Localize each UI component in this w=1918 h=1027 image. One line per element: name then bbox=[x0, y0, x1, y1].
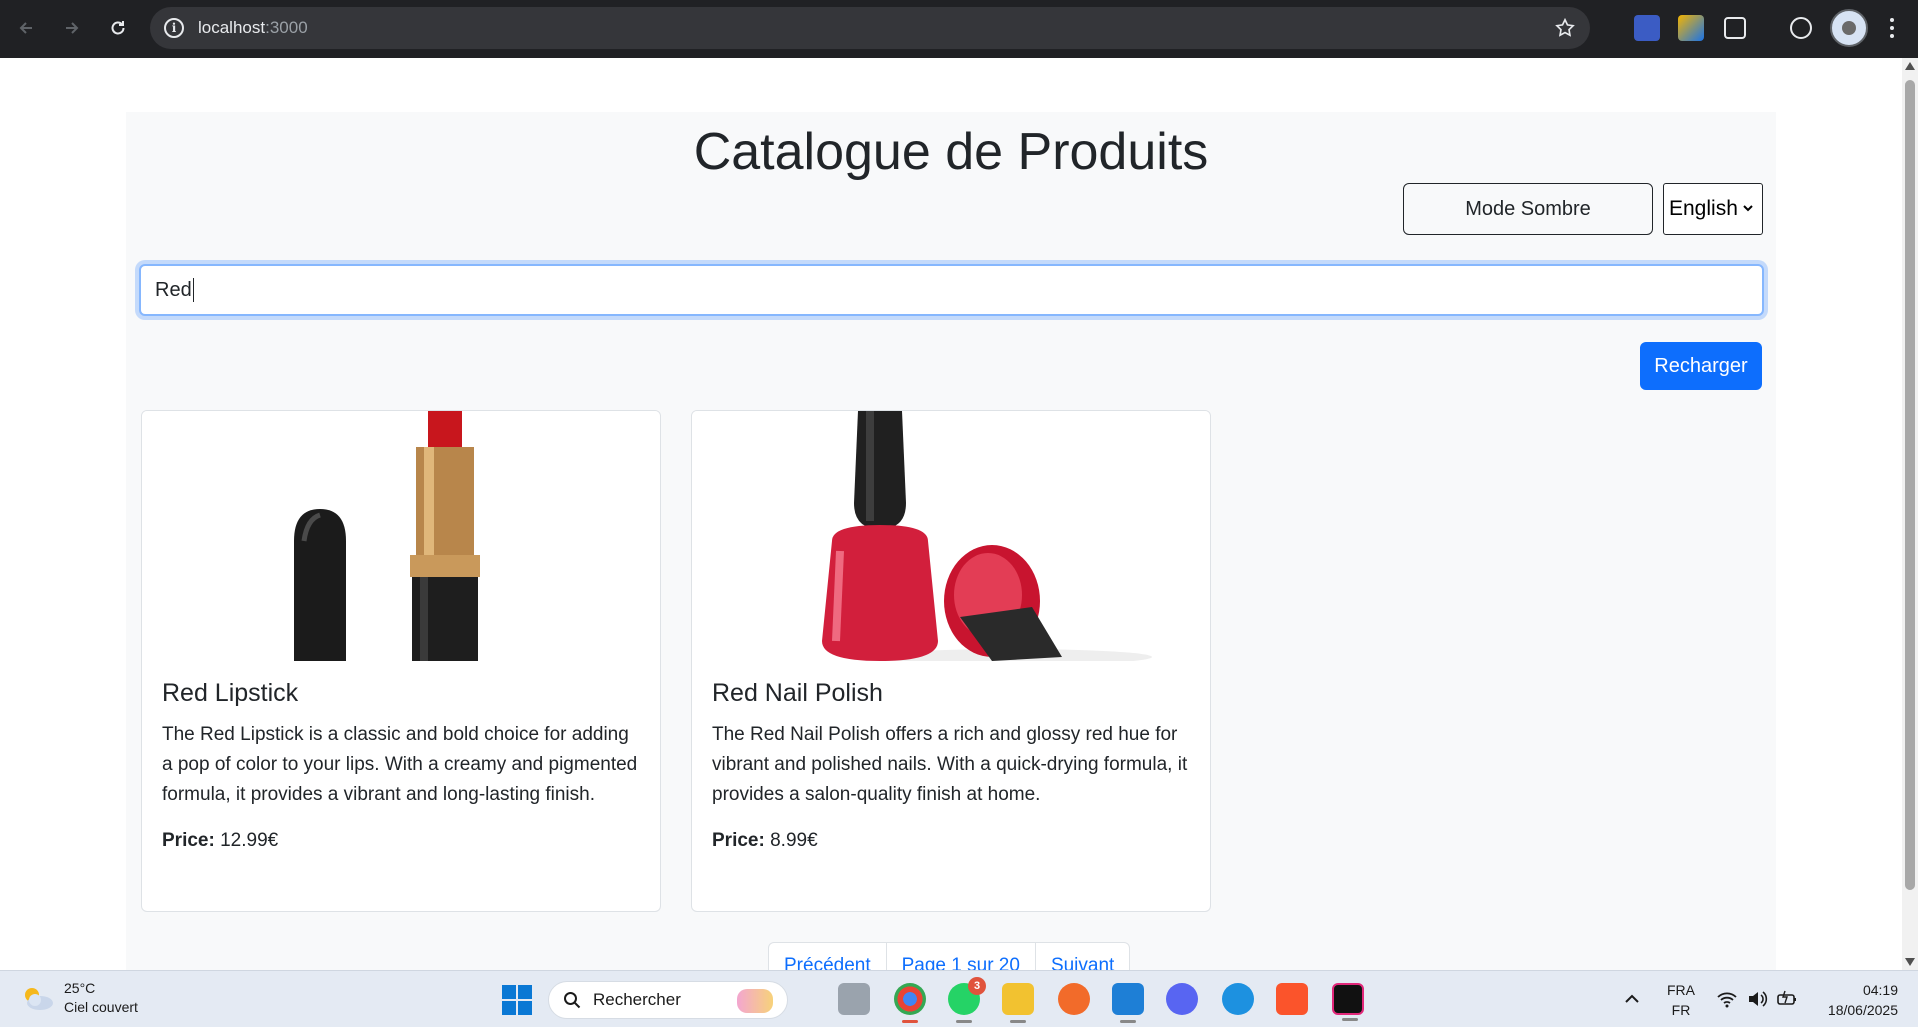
product-description: The Red Lipstick is a classic and bold c… bbox=[162, 724, 638, 805]
reload-icon[interactable] bbox=[104, 14, 132, 42]
profile-avatar[interactable] bbox=[1830, 9, 1868, 47]
product-name: Red Nail Polish bbox=[712, 679, 883, 707]
intellij-icon[interactable] bbox=[1332, 983, 1364, 1021]
whatsapp-badge: 3 bbox=[968, 977, 986, 995]
discord-icon[interactable] bbox=[1166, 983, 1198, 1015]
search-icon bbox=[564, 992, 581, 1009]
clock-date: 18/06/2025 bbox=[1827, 1002, 1898, 1018]
search-input[interactable]: Red bbox=[139, 264, 1764, 316]
product-price: Price: 12.99€ bbox=[162, 830, 640, 852]
volume-icon[interactable] bbox=[1746, 989, 1768, 1009]
bookmark-star-icon[interactable] bbox=[1554, 17, 1576, 39]
file-explorer-icon[interactable] bbox=[1002, 983, 1034, 1023]
chrome-icon[interactable] bbox=[894, 983, 926, 1023]
extension-image-icon[interactable] bbox=[1678, 15, 1704, 41]
catalog-container: Catalogue de Produits Mode Sombre Englis… bbox=[126, 112, 1776, 970]
search-highlight-icon bbox=[737, 989, 773, 1013]
forward-icon[interactable] bbox=[58, 14, 86, 42]
cloud-sun-icon bbox=[25, 988, 53, 1010]
price-value: 12.99€ bbox=[220, 830, 279, 851]
browser-toolbar: i localhost:3000 bbox=[0, 0, 1918, 58]
task-view-icon[interactable] bbox=[838, 983, 870, 1015]
product-description: The Red Nail Polish offers a rich and gl… bbox=[712, 724, 1188, 805]
scrollbar-thumb[interactable] bbox=[1905, 80, 1915, 890]
language-selected-value: English bbox=[1669, 197, 1738, 220]
product-image-lipstick bbox=[142, 411, 660, 661]
search-input-value: Red bbox=[155, 278, 192, 301]
extension-translate-icon[interactable] bbox=[1634, 15, 1660, 41]
language-code-top: FRA bbox=[1667, 982, 1695, 998]
price-value: 8.99€ bbox=[770, 830, 818, 851]
pagination: Précédent Page 1 sur 20 Suivant bbox=[768, 942, 1131, 970]
site-info-icon[interactable]: i bbox=[164, 18, 184, 38]
pagination-page-info: Page 1 sur 20 bbox=[887, 943, 1036, 970]
product-price: Price: 8.99€ bbox=[712, 830, 1190, 852]
product-name: Red Lipstick bbox=[162, 679, 299, 707]
weather-description: Ciel couvert bbox=[64, 999, 138, 1015]
language-select[interactable]: English bbox=[1663, 183, 1763, 235]
address-bar[interactable]: i localhost:3000 bbox=[150, 7, 1590, 49]
pagination-next[interactable]: Suivant bbox=[1036, 943, 1129, 970]
windows-start-icon[interactable] bbox=[502, 985, 532, 1015]
battery-icon[interactable] bbox=[1776, 989, 1798, 1009]
pagination-previous[interactable]: Précédent bbox=[769, 943, 887, 970]
page-title: Catalogue de Produits bbox=[693, 123, 1209, 181]
docker-icon[interactable] bbox=[1222, 983, 1254, 1015]
postman-icon[interactable] bbox=[1058, 983, 1090, 1015]
weather-widget[interactable]: 25°C Ciel couvert bbox=[20, 979, 138, 1017]
scroll-up-arrow[interactable] bbox=[1905, 62, 1915, 70]
chevron-up-icon[interactable] bbox=[1624, 993, 1640, 1005]
text-caret bbox=[192, 278, 194, 302]
price-label: Price: bbox=[162, 830, 215, 851]
weather-temperature: 25°C bbox=[64, 980, 96, 996]
system-clock[interactable]: 04:19 18/06/2025 bbox=[1808, 980, 1898, 1020]
performance-icon[interactable] bbox=[1790, 17, 1812, 39]
chevron-down-icon bbox=[1743, 205, 1753, 212]
windows-taskbar: 25°C Ciel couvert Rechercher 3 FRA FR 04… bbox=[0, 970, 1918, 1027]
browser-menu-icon[interactable] bbox=[1890, 18, 1894, 38]
product-card[interactable]: Red Nail Polish The Red Nail Polish offe… bbox=[691, 410, 1211, 912]
input-language-indicator[interactable]: FRA FR bbox=[1664, 980, 1698, 1020]
url-text: localhost:3000 bbox=[198, 18, 308, 37]
brave-icon[interactable] bbox=[1276, 983, 1308, 1015]
clock-time: 04:19 bbox=[1862, 982, 1898, 998]
taskbar-search-placeholder: Rechercher bbox=[593, 990, 681, 1009]
page-viewport: Catalogue de Produits Mode Sombre Englis… bbox=[0, 58, 1902, 970]
taskbar-search[interactable]: Rechercher bbox=[548, 981, 788, 1019]
dark-mode-button[interactable]: Mode Sombre bbox=[1403, 183, 1653, 235]
page-scrollbar[interactable] bbox=[1902, 58, 1918, 970]
language-code-bottom: FR bbox=[1671, 1002, 1691, 1018]
wifi-icon[interactable] bbox=[1716, 989, 1738, 1009]
scroll-down-arrow[interactable] bbox=[1905, 958, 1915, 966]
back-icon[interactable] bbox=[12, 14, 40, 42]
price-label: Price: bbox=[712, 830, 765, 851]
product-card[interactable]: Red Lipstick The Red Lipstick is a class… bbox=[141, 410, 661, 912]
reload-button[interactable]: Recharger bbox=[1640, 342, 1762, 390]
vscode-icon[interactable] bbox=[1112, 983, 1144, 1023]
product-image-nail-polish bbox=[692, 411, 1210, 661]
extensions-puzzle-icon[interactable] bbox=[1724, 17, 1746, 39]
whatsapp-icon[interactable]: 3 bbox=[948, 977, 986, 1023]
